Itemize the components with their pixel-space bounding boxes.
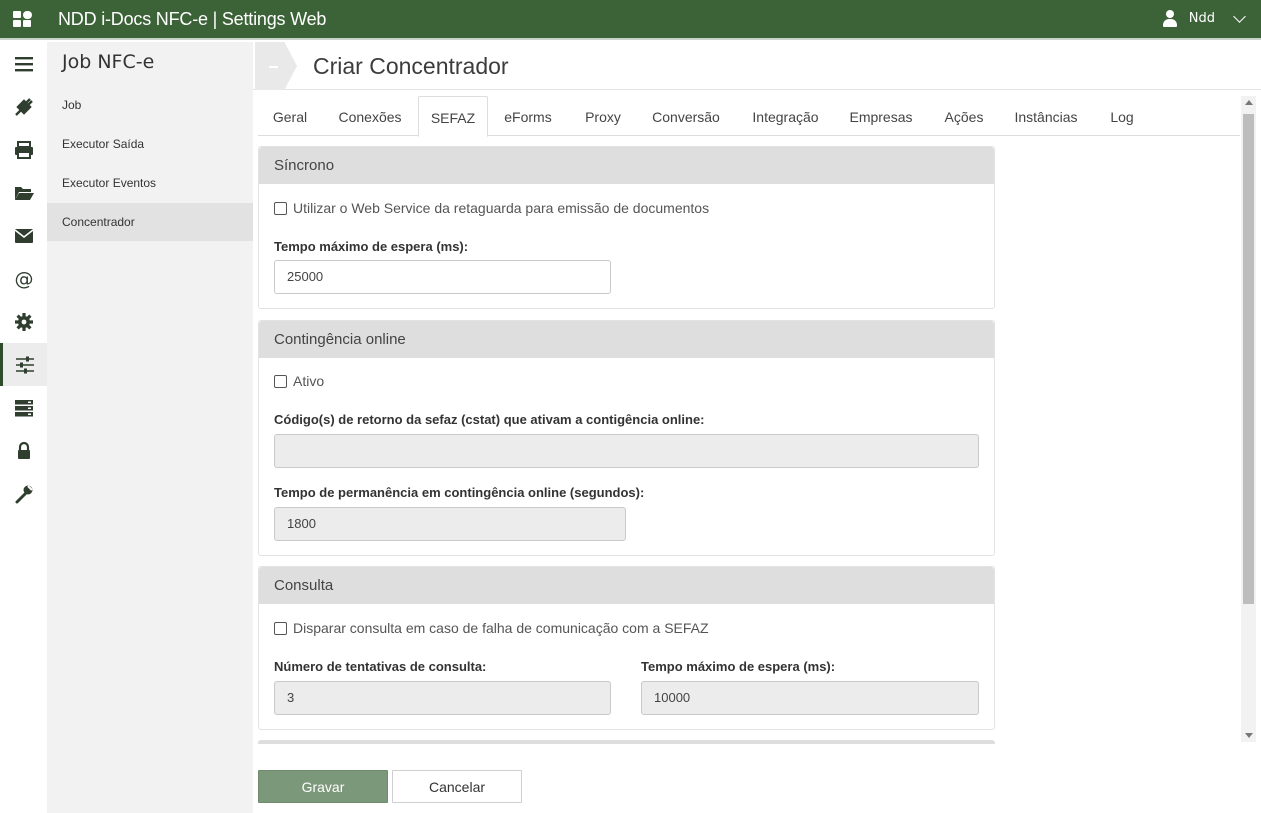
chevron-down-icon xyxy=(1233,10,1246,23)
consulta-attempts-input[interactable]: 3 xyxy=(274,681,611,715)
sincrono-checkbox[interactable] xyxy=(274,201,287,215)
sidebar-item-job[interactable]: Job xyxy=(47,86,253,124)
consulta-timeout-label: Tempo máximo de espera (ms): xyxy=(641,659,836,674)
gear-icon[interactable] xyxy=(0,300,47,343)
sidebar-title: Job NFC-e xyxy=(62,51,155,73)
sidebar-item-executor-saida[interactable]: Executor Saída xyxy=(47,125,253,163)
envelope-icon[interactable] xyxy=(0,214,47,257)
tab-instancias[interactable]: Instâncias xyxy=(1006,96,1086,136)
page-title: Criar Concentrador xyxy=(313,53,509,79)
next-panel-edge xyxy=(258,740,995,744)
contingencia-duration-input[interactable]: 1800 xyxy=(274,507,626,541)
consulta-panel: Consulta Disparar consulta em caso de fa… xyxy=(258,566,995,730)
minus-icon xyxy=(269,66,278,68)
tab-eforms[interactable]: eForms xyxy=(494,96,562,136)
app-title: NDD i-Docs NFC-e | Settings Web xyxy=(58,9,327,29)
folder-open-icon[interactable] xyxy=(0,171,47,214)
consulta-checkbox-row[interactable]: Disparar consulta em caso de falha de co… xyxy=(274,620,709,636)
tab-empresas[interactable]: Empresas xyxy=(842,96,920,136)
cancel-button[interactable]: Cancelar xyxy=(392,770,522,803)
sincrono-timeout-label: Tempo máximo de espera (ms): xyxy=(274,239,469,254)
user-icon xyxy=(1162,10,1177,27)
back-button[interactable] xyxy=(255,42,297,90)
contingencia-panel-title: Contingência online xyxy=(259,321,994,358)
plug-icon[interactable] xyxy=(0,85,47,128)
tab-log[interactable]: Log xyxy=(1102,96,1142,136)
wrench-icon[interactable] xyxy=(0,472,47,515)
icon-rail: @ xyxy=(0,42,47,813)
sliders-icon[interactable] xyxy=(0,343,47,386)
sidebar-item-executor-eventos[interactable]: Executor Eventos xyxy=(47,164,253,202)
tab-conexoes[interactable]: Conexões xyxy=(328,96,412,136)
scroll-down-icon[interactable] xyxy=(1245,733,1253,738)
tab-proxy[interactable]: Proxy xyxy=(574,96,632,136)
tab-geral[interactable]: Geral xyxy=(258,96,322,136)
user-name: Ndd xyxy=(1188,11,1215,26)
consulta-attempts-label: Número de tentativas de consulta: xyxy=(274,659,487,674)
sincrono-panel: Síncrono Utilizar o Web Service da retag… xyxy=(258,146,995,309)
menu-icon[interactable] xyxy=(0,42,47,85)
scroll-up-icon[interactable] xyxy=(1245,100,1253,105)
secondary-sidebar: Job NFC-e Job Executor Saída Executor Ev… xyxy=(47,42,253,813)
tab-conversao[interactable]: Conversão xyxy=(644,96,728,136)
sincrono-panel-title: Síncrono xyxy=(259,147,994,184)
apps-grid-icon[interactable] xyxy=(13,11,32,28)
vertical-scrollbar[interactable] xyxy=(1241,96,1256,742)
contingencia-checkbox-row[interactable]: Ativo xyxy=(274,373,324,389)
printer-icon[interactable] xyxy=(0,128,47,171)
sincrono-timeout-input[interactable]: 25000 xyxy=(274,260,611,294)
sidebar-item-concentrador[interactable]: Concentrador xyxy=(47,203,253,241)
page-header: Criar Concentrador xyxy=(253,42,1261,90)
tab-acoes[interactable]: Ações xyxy=(936,96,992,136)
user-menu[interactable]: Ndd xyxy=(1162,10,1246,27)
consulta-panel-title: Consulta xyxy=(259,567,994,604)
contingencia-checkbox[interactable] xyxy=(274,374,287,388)
contingencia-checkbox-label: Ativo xyxy=(293,373,325,389)
contingencia-codes-label: Código(s) de retorno da sefaz (cstat) qu… xyxy=(274,412,705,427)
at-icon[interactable]: @ xyxy=(0,257,47,300)
consulta-checkbox-label: Disparar consulta em caso de falha de co… xyxy=(293,620,709,636)
contingencia-duration-label: Tempo de permanência em contingência onl… xyxy=(274,485,645,500)
contingencia-codes-input[interactable] xyxy=(274,434,979,468)
consulta-timeout-input[interactable]: 10000 xyxy=(641,681,979,715)
svg-text:@: @ xyxy=(14,268,33,290)
server-icon[interactable] xyxy=(0,386,47,429)
lock-icon[interactable] xyxy=(0,429,47,472)
tab-sefaz[interactable]: SEFAZ xyxy=(418,96,488,137)
sincrono-checkbox-row[interactable]: Utilizar o Web Service da retaguarda par… xyxy=(274,200,709,216)
sincrono-checkbox-label: Utilizar o Web Service da retaguarda par… xyxy=(293,200,710,216)
top-bar: NDD i-Docs NFC-e | Settings Web Ndd xyxy=(0,0,1261,40)
scroll-thumb[interactable] xyxy=(1243,114,1254,604)
consulta-checkbox[interactable] xyxy=(274,621,287,635)
tab-integracao[interactable]: Integração xyxy=(743,96,828,136)
save-button[interactable]: Gravar xyxy=(258,770,388,803)
tab-bar: Geral Conexões SEFAZ eForms Proxy Conver… xyxy=(258,96,1240,137)
contingencia-panel: Contingência online Ativo Código(s) de r… xyxy=(258,320,995,556)
